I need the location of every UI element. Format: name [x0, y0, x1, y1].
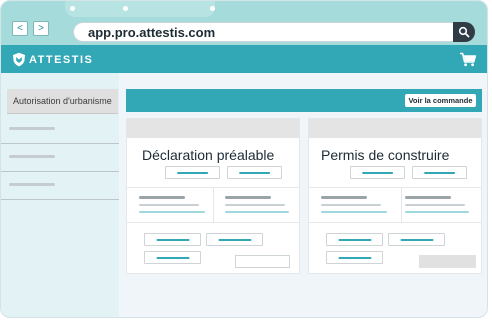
chevron-left-icon: <	[17, 23, 23, 34]
detail-link[interactable]	[139, 211, 205, 213]
option-pill[interactable]	[144, 233, 201, 246]
card-divider	[127, 222, 299, 223]
window-dot	[70, 6, 75, 11]
detail-text	[405, 204, 465, 206]
search-button[interactable]	[453, 22, 475, 42]
option-pill[interactable]	[326, 233, 383, 246]
card-permis[interactable]: Permis de construire	[308, 118, 482, 274]
card-header	[127, 119, 299, 138]
option-pill[interactable]	[388, 233, 445, 246]
shield-logo-icon[interactable]	[12, 52, 26, 67]
url-text[interactable]: app.pro.attestis.com	[88, 25, 215, 40]
address-bar[interactable]: app.pro.attestis.com	[73, 22, 475, 42]
forward-button[interactable]: >	[33, 21, 49, 36]
detail-text	[321, 204, 381, 206]
option-pill[interactable]	[326, 251, 383, 264]
sidebar-item-placeholder[interactable]	[9, 127, 55, 130]
option-pill[interactable]	[227, 166, 282, 179]
sidebar-divider	[1, 143, 119, 144]
option-pill[interactable]	[206, 233, 263, 246]
option-pill[interactable]	[165, 166, 220, 179]
detail-label	[225, 196, 271, 199]
sidebar-divider	[1, 199, 119, 200]
chevron-right-icon: >	[38, 23, 44, 34]
detail-link[interactable]	[321, 211, 387, 213]
card-divider	[213, 188, 214, 222]
browser-tab[interactable]	[65, 1, 215, 17]
browser-window: < > app.pro.attestis.com ATTESTIS Autori…	[0, 0, 488, 318]
back-button[interactable]: <	[12, 21, 28, 36]
card-title: Déclaration préalable	[142, 147, 275, 163]
window-dot	[210, 6, 215, 11]
detail-text	[139, 204, 199, 206]
sidebar-item-placeholder[interactable]	[9, 155, 55, 158]
detail-link[interactable]	[225, 211, 289, 213]
detail-text	[225, 204, 285, 206]
window-dot	[123, 6, 128, 11]
card-declaration[interactable]: Déclaration préalable	[126, 118, 300, 274]
card-divider	[309, 187, 481, 188]
sidebar-item-placeholder[interactable]	[9, 183, 55, 186]
sidebar-divider	[1, 171, 119, 172]
card-divider	[309, 222, 481, 223]
option-pill[interactable]	[412, 166, 467, 179]
empty-button[interactable]	[235, 255, 290, 268]
cart-icon[interactable]	[459, 52, 477, 67]
card-divider	[401, 188, 402, 222]
card-title: Permis de construire	[321, 147, 450, 163]
search-icon	[458, 26, 470, 38]
detail-label	[139, 196, 185, 199]
detail-label	[405, 196, 451, 199]
option-pill[interactable]	[350, 166, 405, 179]
card-header	[309, 119, 481, 138]
sidebar-item-label: Autorisation d'urbanisme	[13, 96, 112, 106]
detail-label	[321, 196, 367, 199]
view-order-button[interactable]: Voir la commande	[405, 94, 476, 107]
option-pill[interactable]	[144, 251, 201, 264]
brand-name[interactable]: ATTESTIS	[29, 54, 93, 66]
detail-link[interactable]	[405, 211, 469, 213]
disabled-button[interactable]	[419, 255, 476, 268]
sidebar-item-urbanisme[interactable]: Autorisation d'urbanisme	[7, 89, 118, 114]
